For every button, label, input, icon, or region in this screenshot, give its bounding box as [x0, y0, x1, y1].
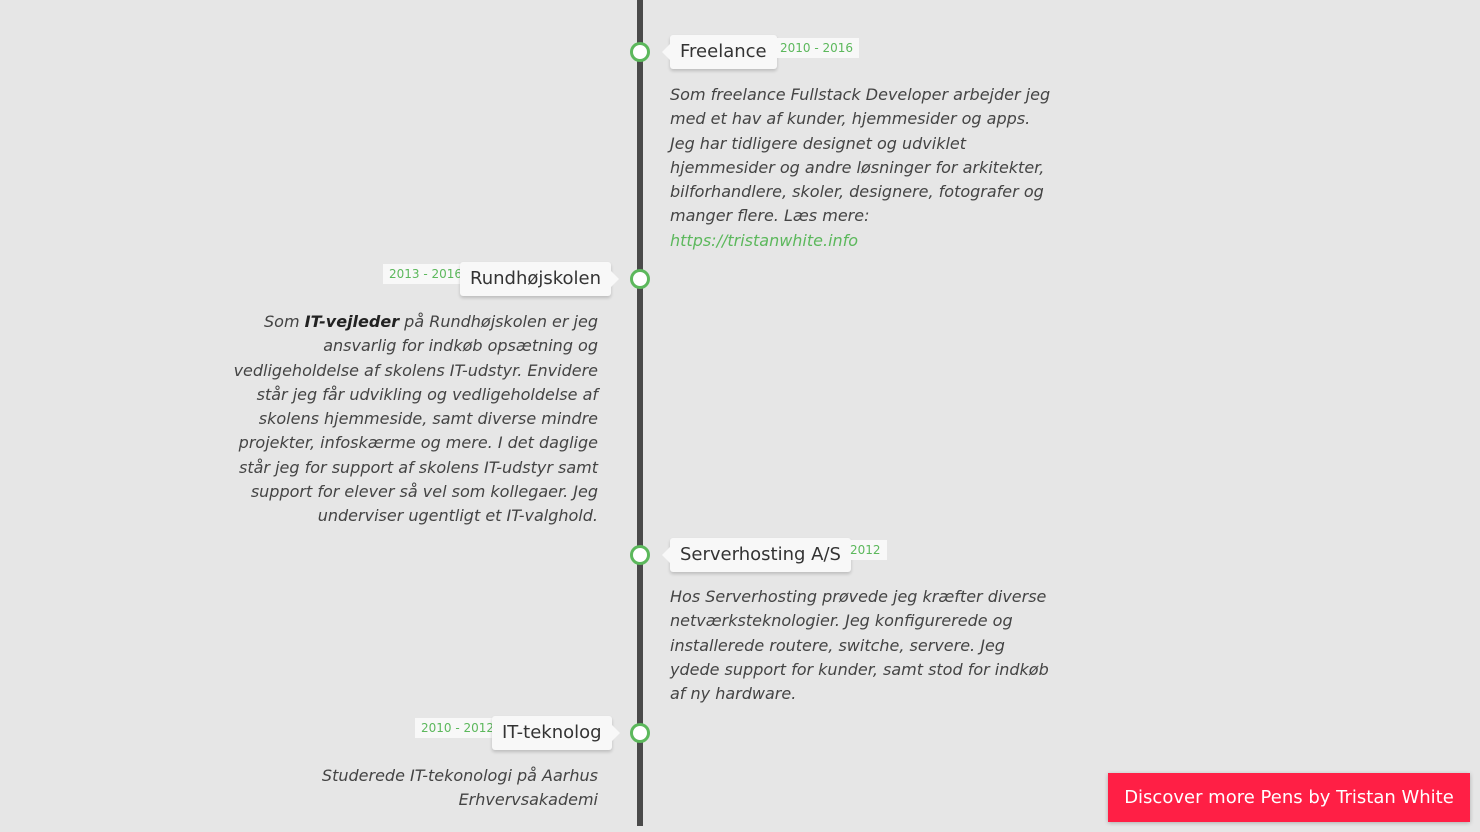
entry-title: Rundhøjskolen [460, 262, 620, 296]
entry-title: IT-teknolog [492, 716, 620, 750]
description-text: Som freelance Fullstack Developer arbejd… [670, 85, 1051, 226]
timeline-line [637, 0, 643, 826]
entry-description: Studerede IT-tekonologi på Aarhus Erhver… [321, 766, 598, 810]
entry-description: Som IT-vejleder på Rundhøjskolen er jeg … [210, 310, 598, 529]
timeline-node [630, 42, 650, 62]
entry-period: 2010 - 2016 [774, 38, 860, 58]
discover-more-pens-button[interactable]: Discover more Pens by Tristan White [1108, 773, 1470, 822]
entry-title: Serverhosting A/S [662, 538, 851, 572]
timeline-node [630, 723, 650, 743]
entry-description: Som freelance Fullstack Developer arbejd… [670, 83, 1058, 253]
entry-period: 2010 - 2012 [415, 718, 501, 738]
website-link[interactable]: https://tristanwhite.info [670, 231, 858, 250]
description-text-intro: Som [264, 312, 305, 331]
description-text: på Rundhøjskolen er jeg ansvarlig for in… [233, 312, 598, 526]
entry-period: 2012 [844, 540, 887, 560]
timeline-node [630, 545, 650, 565]
timeline-node [630, 269, 650, 289]
entry-title: Freelance [662, 35, 777, 69]
role-highlight: IT-vejleder [304, 312, 400, 331]
entry-period: 2013 - 2016 [383, 264, 469, 284]
entry-description: Hos Serverhosting prøvede jeg kræfter di… [670, 587, 1049, 704]
